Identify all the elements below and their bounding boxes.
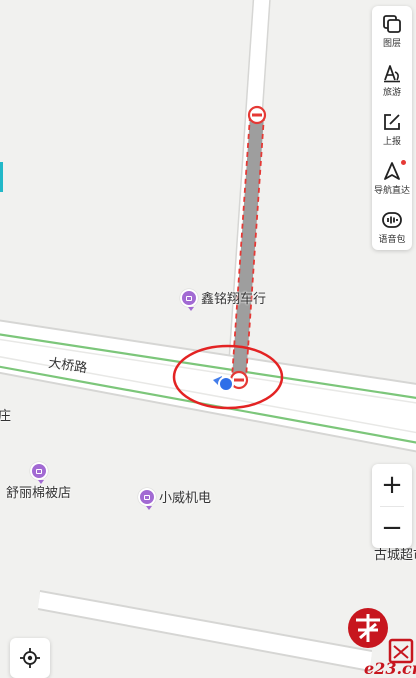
left-edge-marker bbox=[0, 162, 3, 192]
zoom-in-button[interactable]: + bbox=[372, 464, 412, 506]
poi-name: 小威机电 bbox=[159, 491, 212, 506]
poi-name: 舒丽棉被店 bbox=[6, 486, 72, 501]
locate-button[interactable] bbox=[10, 638, 50, 678]
watermark-text: e23.cn bbox=[364, 659, 416, 678]
poi-quilt-shop[interactable]: 舒丽棉被店 bbox=[6, 462, 71, 501]
report-icon bbox=[384, 113, 400, 130]
shop-icon bbox=[30, 462, 48, 484]
crosshair-icon bbox=[20, 648, 40, 668]
travel-button[interactable]: 旅游 bbox=[372, 55, 412, 104]
navigation-icon bbox=[384, 161, 400, 180]
voice-pack-icon bbox=[382, 211, 402, 228]
voice-pack-button[interactable]: 语音包 bbox=[372, 202, 412, 251]
poi-electrical-shop[interactable]: 小威机电 bbox=[138, 487, 212, 510]
layers-button[interactable]: 图层 bbox=[372, 6, 412, 55]
tool-label: 上报 bbox=[382, 136, 401, 147]
layers-icon bbox=[383, 14, 401, 33]
zoom-controls: + − bbox=[372, 464, 412, 548]
poi-name: 鑫铭翔车行 bbox=[201, 292, 267, 307]
tool-label: 导航直达 bbox=[373, 185, 410, 196]
e23-watermark-logo: e23.cn bbox=[348, 608, 416, 678]
tool-label: 图层 bbox=[382, 38, 401, 49]
notification-dot bbox=[401, 160, 406, 165]
shop-icon bbox=[138, 487, 156, 510]
road-closed-top-icon[interactable] bbox=[247, 105, 267, 125]
map-toolbar: 图层 旅游 上报 导航直达 语音包 bbox=[372, 6, 412, 250]
tool-label: 旅游 bbox=[382, 87, 401, 98]
zoom-out-button[interactable]: − bbox=[372, 507, 412, 549]
map-canvas[interactable] bbox=[0, 0, 416, 678]
tool-label: 语音包 bbox=[378, 234, 406, 245]
navigation-button[interactable]: 导航直达 bbox=[372, 153, 412, 202]
partial-place-label-left: 庄 bbox=[0, 409, 12, 424]
shop-icon bbox=[180, 288, 198, 311]
travel-icon bbox=[384, 64, 400, 82]
report-button[interactable]: 上报 bbox=[372, 104, 412, 153]
poi-car-dealer[interactable]: 鑫铭翔车行 bbox=[180, 288, 267, 311]
